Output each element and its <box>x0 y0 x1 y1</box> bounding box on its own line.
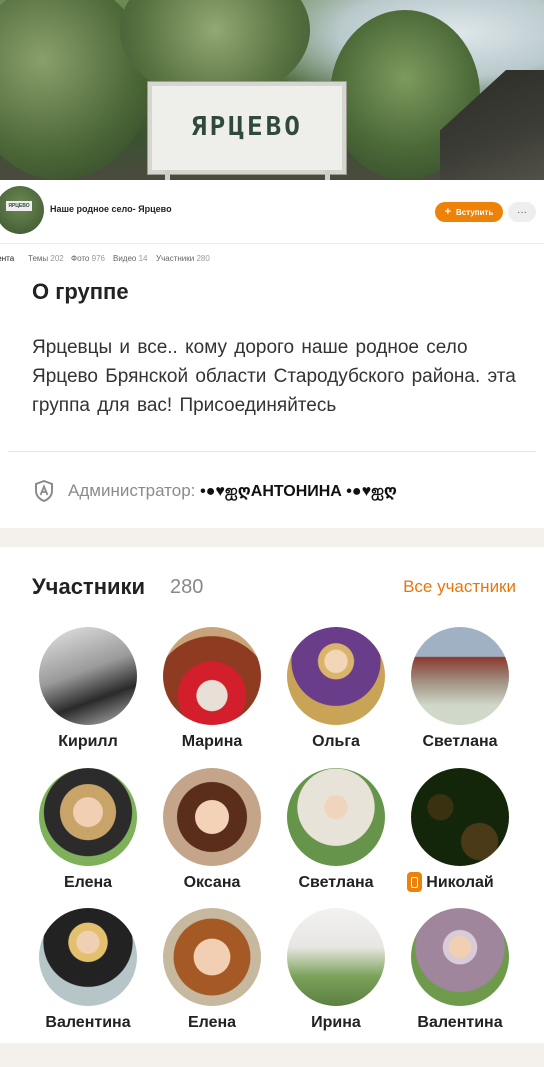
admin-name-link[interactable]: •●♥ஐღАНТОНИНА •●♥ஐღ <box>200 483 397 500</box>
sign-post <box>165 170 170 180</box>
members-count: 280 <box>170 576 204 598</box>
member-card[interactable]: Ирина <box>274 908 398 1032</box>
member-avatar <box>411 908 509 1006</box>
member-name: Марина <box>181 733 243 750</box>
divider <box>8 451 536 452</box>
admin-line: Администратор: •●♥ஐღАНТОНИНА •●♥ஐღ <box>68 481 397 502</box>
member-name: Валентина <box>45 1014 131 1031</box>
member-avatar <box>287 627 385 725</box>
tab-topics[interactable]: Темы 202 <box>28 254 64 263</box>
members-section: Участники 280 Все участники Кирилл Марин… <box>0 547 544 1043</box>
member-status-badge-icon <box>407 872 422 892</box>
group-tabs: Лента Темы 202 Фото 976 Видео 14 Участни… <box>0 244 544 270</box>
about-section: О группе Ярцевцы и все.. кому дорого наш… <box>0 270 544 528</box>
member-card[interactable]: Николай <box>398 768 522 892</box>
member-card[interactable]: Светлана <box>398 627 522 751</box>
admin-label: Администратор: <box>68 481 196 500</box>
member-name: Елена <box>187 1014 237 1031</box>
member-card[interactable]: Валентина <box>398 908 522 1032</box>
tab-label: Фото <box>71 254 90 263</box>
plus-icon: + <box>444 205 452 218</box>
member-name: Ирина <box>311 1014 361 1031</box>
member-avatar <box>163 768 261 866</box>
member-avatar <box>411 768 509 866</box>
group-title[interactable]: Наше родное село- Ярцево <box>50 204 172 214</box>
member-card[interactable]: Елена <box>26 768 150 892</box>
admin-shield-icon <box>35 480 53 502</box>
member-avatar <box>39 627 137 725</box>
more-options-button[interactable]: ··· <box>508 202 536 222</box>
member-card[interactable]: Оксана <box>150 768 274 892</box>
member-name: Светлана <box>422 733 498 750</box>
tab-count: 202 <box>50 254 64 263</box>
tab-label: Видео <box>113 254 137 263</box>
member-avatar <box>163 908 261 1006</box>
more-dots-icon: ··· <box>517 206 527 218</box>
tab-count: 14 <box>138 254 148 263</box>
member-card[interactable]: Валентина <box>26 908 150 1032</box>
member-avatar <box>411 627 509 725</box>
sign-post <box>325 170 330 180</box>
member-name: Ольга <box>312 733 360 750</box>
member-name: Кирилл <box>58 733 118 750</box>
tab-label: Темы <box>28 254 49 263</box>
avatar-sign: ЯРЦЕВО <box>6 201 32 211</box>
member-avatar <box>163 627 261 725</box>
tab-feed[interactable]: Лента <box>0 254 14 263</box>
member-avatar <box>39 768 137 866</box>
member-avatar <box>39 908 137 1006</box>
member-name: Оксана <box>183 874 241 891</box>
member-card[interactable]: Марина <box>150 627 274 751</box>
member-name: Елена <box>63 874 113 891</box>
tab-members[interactable]: Участники 280 <box>156 254 210 263</box>
village-sign: ЯРЦЕВО <box>148 82 346 174</box>
member-avatar <box>287 768 385 866</box>
join-button-label: Вступить <box>456 207 494 217</box>
all-members-link[interactable]: Все участники <box>403 577 516 597</box>
member-name: Светлана <box>298 874 374 891</box>
member-card[interactable]: Ольга <box>274 627 398 751</box>
member-card[interactable]: Кирилл <box>26 627 150 751</box>
group-avatar[interactable]: ЯРЦЕВО <box>0 186 44 234</box>
join-button[interactable]: + Вступить <box>435 202 503 222</box>
tab-label: Лента <box>0 254 15 263</box>
tab-photos[interactable]: Фото 976 <box>71 254 105 263</box>
member-card[interactable]: Елена <box>150 908 274 1032</box>
group-description: Ярцевцы и все.. кому дорого наше родное … <box>32 337 516 416</box>
tab-label: Участники <box>156 254 195 263</box>
tab-count: 280 <box>196 254 210 263</box>
member-avatar <box>287 908 385 1006</box>
tab-count: 976 <box>91 254 105 263</box>
tab-videos[interactable]: Видео 14 <box>113 254 148 263</box>
about-heading: О группе <box>32 279 129 304</box>
members-heading: Участники <box>32 574 146 599</box>
member-name: Валентина <box>417 1014 503 1031</box>
member-card[interactable]: Светлана <box>274 768 398 892</box>
cover-photo: ЯРЦЕВО <box>0 0 544 180</box>
